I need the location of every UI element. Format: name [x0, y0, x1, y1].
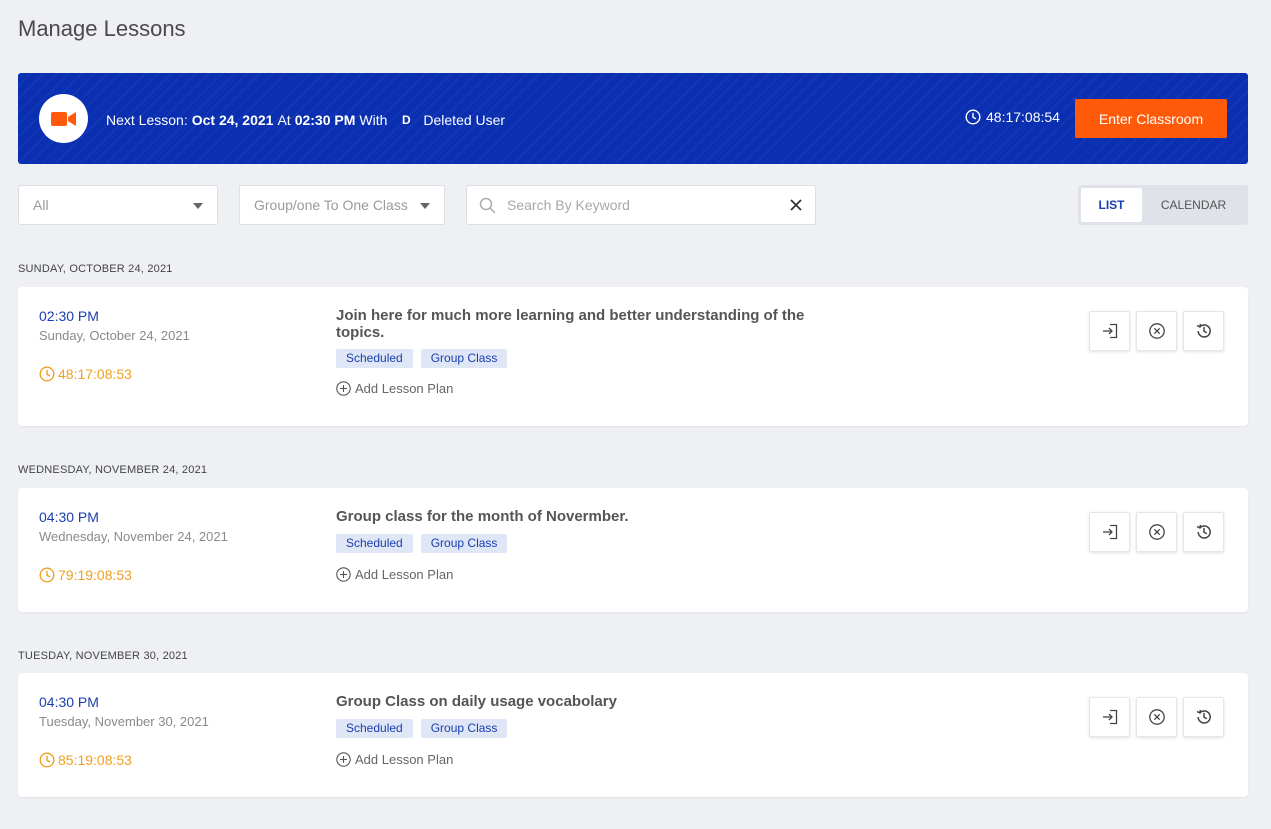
- class-type-badge: Group Class: [420, 534, 508, 553]
- lesson-history-button[interactable]: [1183, 512, 1224, 552]
- next-lesson-banner: Next Lesson: Oct 24, 2021 At 02:30 PM Wi…: [18, 73, 1248, 164]
- lesson-title: Group Class on daily usage vocabolary: [336, 693, 617, 710]
- lesson-countdown-value: 85:19:08:53: [58, 752, 132, 768]
- history-icon: [1196, 323, 1211, 338]
- enter-lesson-button[interactable]: [1089, 311, 1130, 351]
- next-lesson-date: Oct 24, 2021: [191, 112, 274, 128]
- lesson-card: 04:30 PM Wednesday, November 24, 2021 79…: [18, 488, 1248, 612]
- date-heading: TUESDAY, NOVEMBER 30, 2021: [18, 650, 188, 662]
- close-icon[interactable]: [789, 198, 803, 212]
- lesson-date: Wednesday, November 24, 2021: [39, 529, 228, 544]
- status-badge: Scheduled: [336, 534, 413, 553]
- lesson-time: 04:30 PM: [39, 509, 99, 525]
- lesson-title: Group class for the month of Novermber.: [336, 508, 629, 525]
- lesson-countdown-value: 79:19:08:53: [58, 567, 132, 583]
- lesson-tags: Scheduled Group Class: [336, 719, 508, 738]
- enter-lesson-button[interactable]: [1089, 512, 1130, 552]
- lesson-countdown-value: 48:17:08:53: [58, 366, 132, 382]
- lesson-actions: [1089, 311, 1224, 351]
- enter-icon: [1102, 524, 1117, 540]
- view-toggle: LIST CALENDAR: [1078, 185, 1248, 225]
- date-heading: WEDNESDAY, NOVEMBER 24, 2021: [18, 464, 208, 476]
- calendar-view-button[interactable]: CALENDAR: [1142, 188, 1245, 222]
- cancel-lesson-button[interactable]: [1136, 311, 1177, 351]
- lesson-date: Sunday, October 24, 2021: [39, 328, 190, 343]
- lesson-tags: Scheduled Group Class: [336, 534, 508, 553]
- class-type-select[interactable]: Group/one To One Class: [239, 185, 445, 225]
- cancel-circle-icon: [1148, 323, 1165, 339]
- plus-circle-icon: [336, 567, 351, 582]
- next-lesson-time: 02:30 PM: [294, 112, 356, 128]
- lesson-actions: [1089, 512, 1224, 552]
- page-title: Manage Lessons: [18, 16, 186, 41]
- enter-icon: [1102, 709, 1117, 725]
- banner-countdown: 48:17:08:54: [965, 109, 1060, 125]
- lesson-title: Join here for much more learning and bet…: [336, 307, 805, 341]
- lesson-tags: Scheduled Group Class: [336, 349, 508, 368]
- add-lesson-plan-label: Add Lesson Plan: [355, 567, 454, 582]
- lesson-countdown: 79:19:08:53: [39, 567, 132, 583]
- add-lesson-plan-label: Add Lesson Plan: [355, 752, 454, 767]
- add-lesson-plan-link[interactable]: Add Lesson Plan: [336, 567, 453, 582]
- lesson-date: Tuesday, November 30, 2021: [39, 714, 209, 729]
- clock-icon: [39, 752, 55, 768]
- next-lesson-at: At: [277, 112, 291, 128]
- clock-icon: [39, 567, 55, 583]
- avatar: D: [402, 113, 411, 127]
- caret-down-icon: [193, 203, 203, 209]
- cancel-circle-icon: [1148, 524, 1165, 540]
- class-type-badge: Group Class: [420, 719, 508, 738]
- caret-down-icon: [420, 203, 430, 209]
- enter-classroom-button[interactable]: Enter Classroom: [1075, 99, 1227, 138]
- search-icon: [479, 197, 496, 214]
- status-filter-value: All: [33, 197, 49, 213]
- lesson-time: 02:30 PM: [39, 308, 99, 324]
- class-type-value: Group/one To One Class: [254, 197, 408, 213]
- history-icon: [1196, 524, 1211, 539]
- cancel-lesson-button[interactable]: [1136, 697, 1177, 737]
- next-lesson-user: Deleted User: [423, 112, 506, 128]
- search-box: [466, 185, 816, 225]
- date-heading: SUNDAY, OCTOBER 24, 2021: [18, 263, 173, 275]
- cancel-circle-icon: [1148, 709, 1165, 725]
- next-lesson-info: Next Lesson: Oct 24, 2021 At 02:30 PM Wi…: [106, 109, 505, 131]
- lesson-actions: [1089, 697, 1224, 737]
- enter-lesson-button[interactable]: [1089, 697, 1130, 737]
- list-view-button[interactable]: LIST: [1081, 188, 1142, 222]
- banner-countdown-value: 48:17:08:54: [986, 109, 1060, 125]
- lesson-card: 02:30 PM Sunday, October 24, 2021 48:17:…: [18, 287, 1248, 426]
- lesson-countdown: 48:17:08:53: [39, 366, 132, 382]
- cancel-lesson-button[interactable]: [1136, 512, 1177, 552]
- enter-icon: [1102, 323, 1117, 339]
- lesson-history-button[interactable]: [1183, 311, 1224, 351]
- add-lesson-plan-link[interactable]: Add Lesson Plan: [336, 752, 453, 767]
- lesson-history-button[interactable]: [1183, 697, 1224, 737]
- plus-circle-icon: [336, 752, 351, 767]
- status-badge: Scheduled: [336, 349, 413, 368]
- next-lesson-with: With: [359, 112, 388, 128]
- status-filter-select[interactable]: All: [18, 185, 218, 225]
- add-lesson-plan-label: Add Lesson Plan: [355, 381, 454, 396]
- lesson-card: 04:30 PM Tuesday, November 30, 2021 85:1…: [18, 673, 1248, 797]
- video-camera-icon: [39, 94, 88, 143]
- history-icon: [1196, 709, 1211, 724]
- clock-icon: [965, 109, 981, 125]
- clock-icon: [39, 366, 55, 382]
- status-badge: Scheduled: [336, 719, 413, 738]
- class-type-badge: Group Class: [420, 349, 508, 368]
- lesson-time: 04:30 PM: [39, 694, 99, 710]
- search-input[interactable]: [507, 194, 777, 216]
- add-lesson-plan-link[interactable]: Add Lesson Plan: [336, 381, 453, 396]
- lesson-countdown: 85:19:08:53: [39, 752, 132, 768]
- next-lesson-prefix: Next Lesson:: [106, 112, 188, 128]
- plus-circle-icon: [336, 381, 351, 396]
